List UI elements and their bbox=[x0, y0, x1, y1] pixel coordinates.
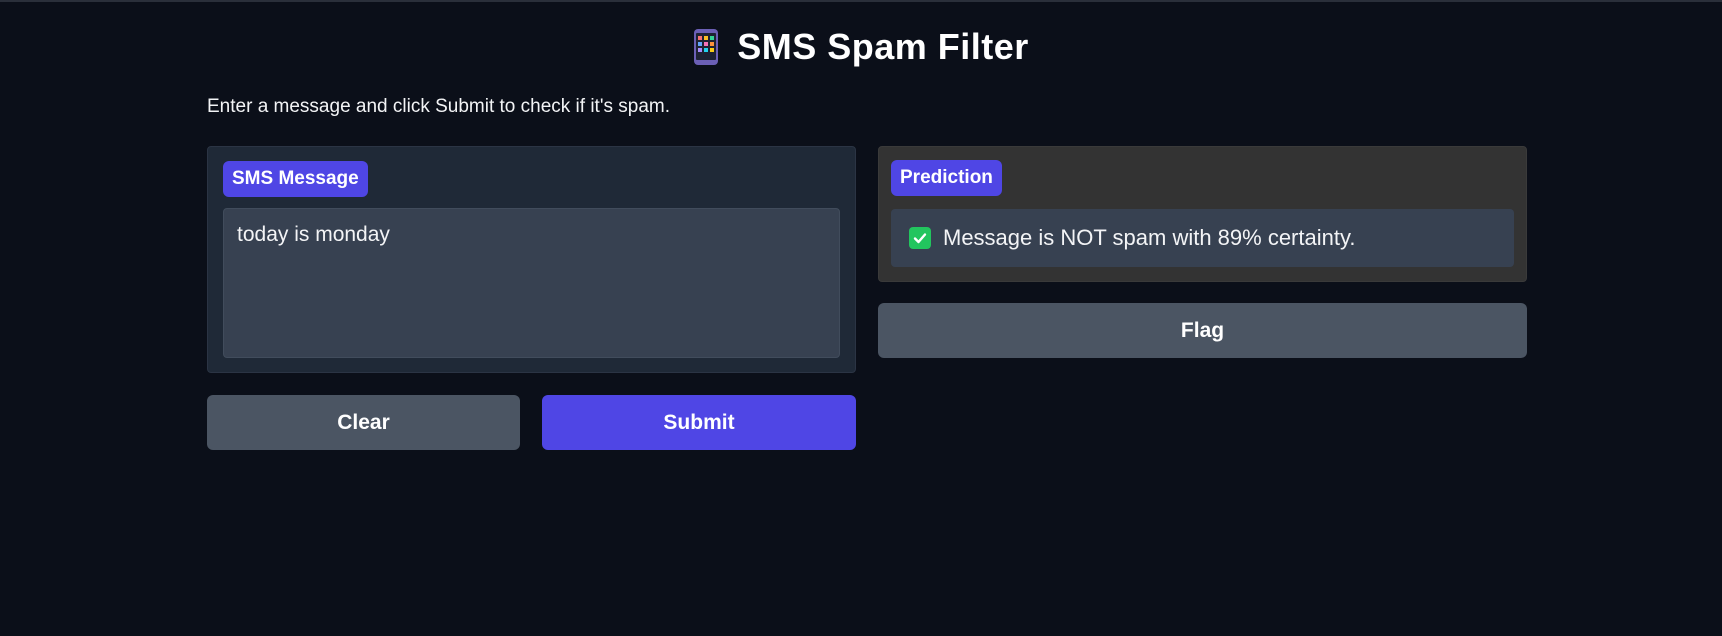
sms-message-panel: SMS Message today is monday bbox=[207, 146, 856, 373]
prediction-panel: Prediction Message is NOT spam with 89% … bbox=[878, 146, 1527, 282]
sms-message-input[interactable]: today is monday bbox=[223, 208, 840, 358]
header: SMS Spam Filter bbox=[0, 22, 1722, 72]
flag-button[interactable]: Flag bbox=[878, 303, 1527, 358]
clear-button[interactable]: Clear bbox=[207, 395, 520, 450]
sms-message-label: SMS Message bbox=[223, 161, 368, 197]
page-description: Enter a message and click Submit to chec… bbox=[207, 96, 670, 117]
prediction-result: Message is NOT spam with 89% certainty. bbox=[891, 209, 1514, 267]
mobile-phone-icon bbox=[693, 28, 719, 66]
check-mark-icon bbox=[909, 227, 931, 249]
submit-button[interactable]: Submit bbox=[542, 395, 856, 450]
top-border bbox=[0, 0, 1722, 2]
prediction-label: Prediction bbox=[891, 160, 1002, 196]
prediction-text: Message is NOT spam with 89% certainty. bbox=[943, 225, 1356, 250]
page-title: SMS Spam Filter bbox=[737, 26, 1029, 67]
